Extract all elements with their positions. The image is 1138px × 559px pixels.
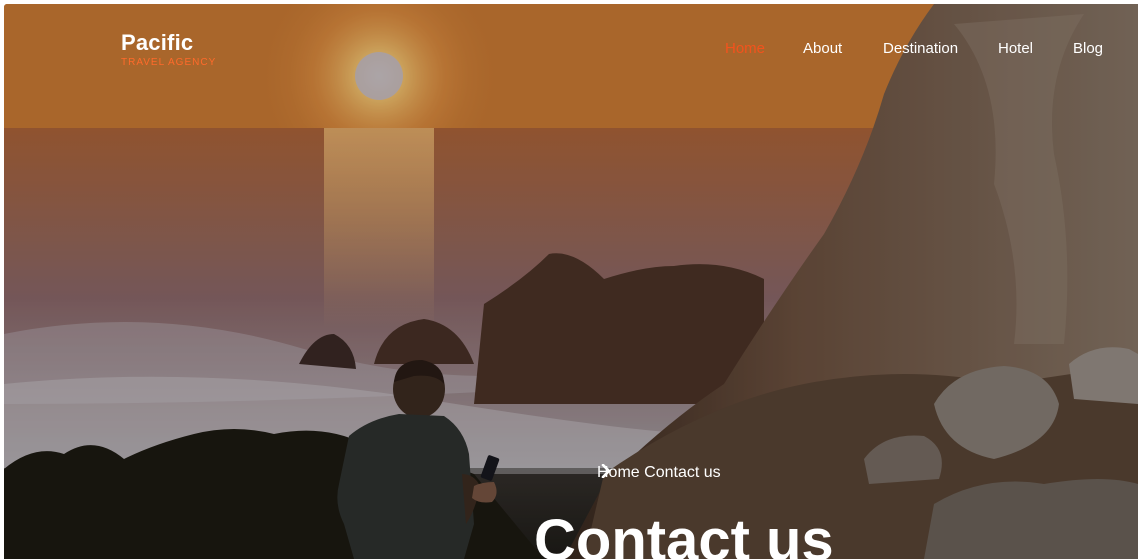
nav-item-hotel[interactable]: Hotel bbox=[998, 40, 1033, 58]
hero-banner: Pacific Travel Agency Home About Destina… bbox=[4, 4, 1138, 559]
breadcrumb-current: Contact us bbox=[644, 464, 721, 481]
breadcrumb: Home Contact us bbox=[597, 464, 721, 484]
chevron-right-icon bbox=[601, 464, 611, 478]
nav-item-about[interactable]: About bbox=[803, 40, 842, 58]
nav-item-destination[interactable]: Destination bbox=[883, 40, 958, 58]
main-nav: Home About Destination Hotel Blog bbox=[4, 40, 1138, 60]
nav-item-blog[interactable]: Blog bbox=[1073, 40, 1103, 58]
nav-item-home[interactable]: Home bbox=[725, 40, 765, 58]
page-title: Contact us bbox=[534, 508, 834, 559]
